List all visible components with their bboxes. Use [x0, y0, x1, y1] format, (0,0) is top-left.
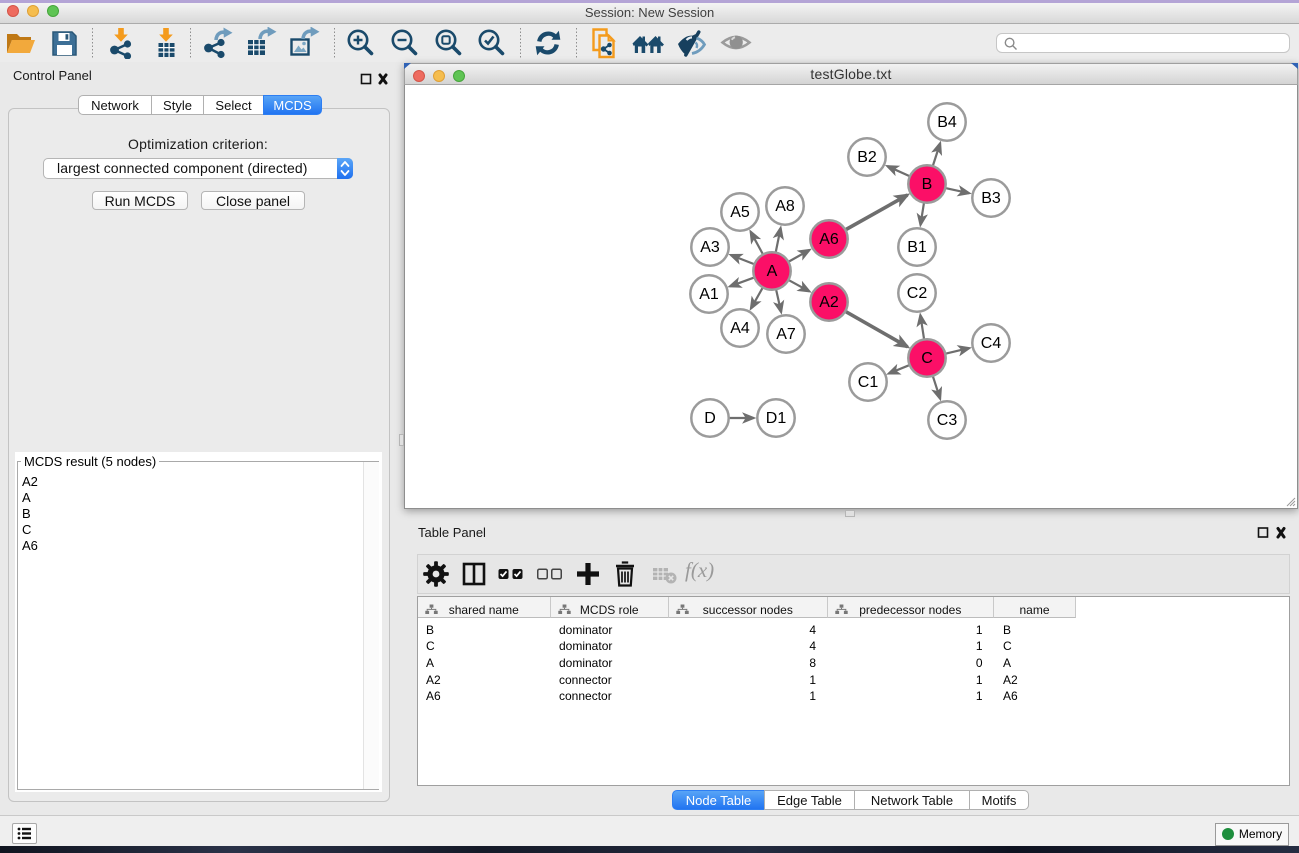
svg-text:C4: C4 — [981, 335, 1002, 352]
svg-text:C: C — [921, 350, 933, 367]
svg-text:D1: D1 — [766, 410, 787, 427]
svg-text:B2: B2 — [857, 149, 877, 166]
svg-text:A7: A7 — [776, 326, 796, 343]
svg-text:A8: A8 — [775, 198, 795, 215]
svg-text:D: D — [704, 410, 716, 427]
svg-text:C3: C3 — [937, 412, 958, 429]
svg-text:A3: A3 — [700, 239, 720, 256]
svg-text:A5: A5 — [730, 204, 750, 221]
svg-text:B4: B4 — [937, 114, 957, 131]
svg-text:B: B — [922, 176, 933, 193]
svg-text:C2: C2 — [907, 285, 928, 302]
svg-text:A6: A6 — [819, 231, 839, 248]
svg-text:A2: A2 — [819, 294, 839, 311]
svg-text:A: A — [767, 263, 778, 280]
svg-text:B3: B3 — [981, 190, 1001, 207]
svg-text:A4: A4 — [730, 320, 750, 337]
svg-text:B1: B1 — [907, 239, 927, 256]
svg-text:C1: C1 — [858, 374, 879, 391]
svg-text:A1: A1 — [699, 286, 719, 303]
